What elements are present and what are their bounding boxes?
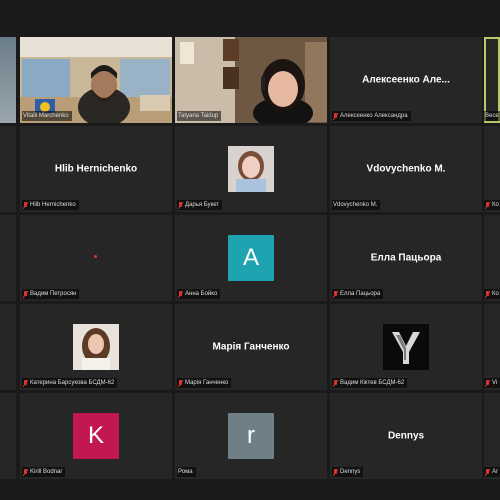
participant-tile[interactable]: Vi xyxy=(484,304,500,390)
participant-tile-vadym-k[interactable]: Вадим Кіктев БСДМ-62 xyxy=(330,304,482,390)
profile-logo xyxy=(383,324,429,370)
participant-name-label: Марія Ганченко xyxy=(177,378,232,388)
mic-muted-icon xyxy=(333,379,338,387)
mic-muted-icon xyxy=(485,379,490,387)
participant-tile-alekseenko[interactable]: Алексеенко Але... Алексеенко Александра xyxy=(330,37,482,123)
participant-name-label: Елла Пацьора xyxy=(332,289,384,299)
participant-tile-kirill[interactable]: K Kirill Bodnar xyxy=(20,393,172,479)
participant-tile-vdovychenko[interactable]: Vdovychenko M. Vdovychenko M. xyxy=(330,126,482,212)
participant-tile-roma[interactable]: r Рома xyxy=(175,393,327,479)
mic-muted-icon xyxy=(178,379,183,387)
mic-muted-icon xyxy=(23,290,28,298)
participant-tile-vitalii[interactable]: Vitalii Marchenko xyxy=(20,37,172,123)
participant-name-label: Вадим Кіктев БСДМ-62 xyxy=(332,378,408,388)
participant-display-name: Hlib Hernichenko xyxy=(54,163,138,175)
recording-dot xyxy=(94,255,97,258)
participant-name-label: Ко xyxy=(484,200,500,210)
mic-muted-icon xyxy=(485,290,490,298)
participant-name-label: Vitalii Marchenko xyxy=(22,111,72,121)
participant-name-label: Дарья Букет xyxy=(177,200,223,210)
participant-name-label: Анна Бойко xyxy=(177,289,221,299)
participant-tile-darya[interactable]: Дарья Букет xyxy=(175,126,327,212)
mic-muted-icon xyxy=(178,290,183,298)
participant-name-label: Ar xyxy=(484,467,500,477)
participant-display-name: Dennys xyxy=(387,430,425,442)
participant-tile[interactable]: Ко xyxy=(484,215,500,301)
participant-tile[interactable] xyxy=(0,215,16,301)
profile-photo xyxy=(228,146,274,192)
participant-name-label: Ко xyxy=(484,289,500,299)
participant-tile[interactable] xyxy=(0,393,16,479)
participant-tile-hlib[interactable]: Hlib Hernichenko Hlib Hernichenko xyxy=(20,126,172,212)
participant-display-name: Елла Пацьора xyxy=(370,252,442,264)
participant-name-label: Dennys xyxy=(332,467,364,477)
participant-name-label: Катерина Барсукова БСДМ-62 xyxy=(22,378,118,388)
participant-name-label: Tatyana Taidup xyxy=(177,111,222,121)
participant-tile[interactable]: Ко xyxy=(484,126,500,212)
participant-tile[interactable] xyxy=(0,126,16,212)
participant-name-label: Алексеенко Александра xyxy=(332,111,411,121)
participant-tile-tatyana[interactable]: Tatyana Taidup xyxy=(175,37,327,123)
participant-name-label: Hlib Hernichenko xyxy=(22,200,79,210)
participant-tile-vadym-p[interactable]: Вадим Петросян xyxy=(20,215,172,301)
participant-tile-mariia[interactable]: Марія Ганченко Марія Ганченко xyxy=(175,304,327,390)
participant-name-label: Vi xyxy=(484,378,500,388)
mic-muted-icon xyxy=(333,112,338,120)
mic-muted-icon xyxy=(23,201,28,209)
mic-muted-icon xyxy=(23,379,28,387)
participant-tile[interactable]: Ar xyxy=(484,393,500,479)
mic-muted-icon xyxy=(485,201,490,209)
participant-name-label: Vdovychenko M. xyxy=(332,200,381,210)
participant-display-name: Марія Ганченко xyxy=(212,341,290,353)
initial-avatar: A xyxy=(228,235,274,281)
mic-muted-icon xyxy=(23,468,28,476)
participant-display-name: Vdovychenko M. xyxy=(366,163,446,175)
participant-tile-kateryna[interactable]: Катерина Барсукова БСДМ-62 xyxy=(20,304,172,390)
initial-avatar: r xyxy=(228,413,274,459)
participant-name-label: Рома xyxy=(177,467,196,477)
participant-tile[interactable] xyxy=(0,37,16,123)
participant-tile[interactable] xyxy=(0,304,16,390)
mic-muted-icon xyxy=(485,468,490,476)
participant-name-label: Kirill Bodnar xyxy=(22,467,66,477)
profile-photo xyxy=(73,324,119,370)
video-feed xyxy=(0,37,16,123)
participant-display-name: Алексеенко Але... xyxy=(362,74,450,86)
participant-name-label: Весе xyxy=(484,111,500,121)
participant-tile-ella[interactable]: Елла Пацьора Елла Пацьора xyxy=(330,215,482,301)
participant-name-label: Вадим Петросян xyxy=(22,289,80,299)
mic-muted-icon xyxy=(333,290,338,298)
initial-avatar: K xyxy=(73,413,119,459)
participant-tile-dennys[interactable]: Dennys Dennys xyxy=(330,393,482,479)
mic-muted-icon xyxy=(178,201,183,209)
mic-muted-icon xyxy=(333,468,338,476)
participant-tile-active-speaker[interactable]: Весе xyxy=(484,37,500,123)
participant-tile-anna[interactable]: A Анна Бойко xyxy=(175,215,327,301)
